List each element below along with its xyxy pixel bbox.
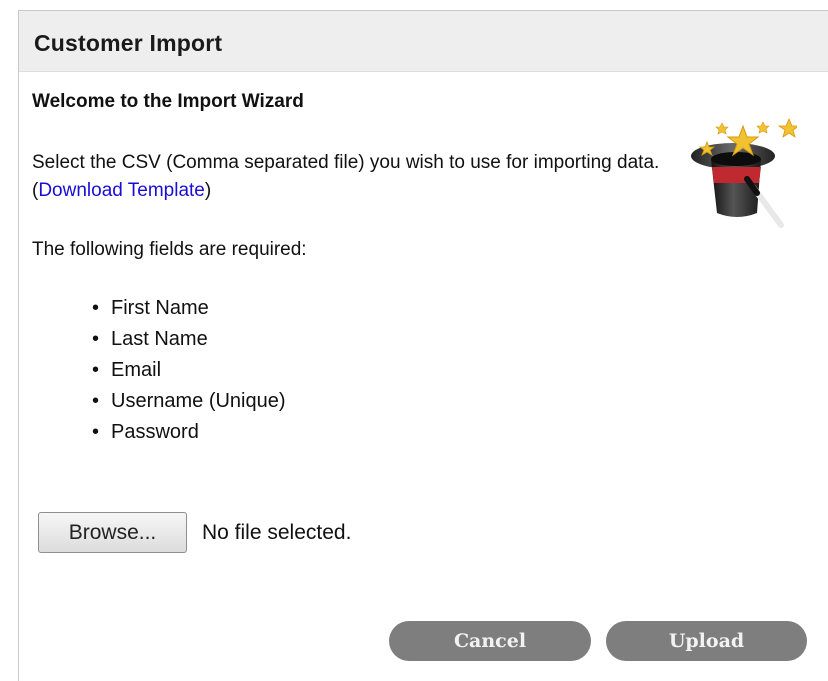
instructions-close-paren: ) — [204, 180, 212, 201]
list-item: • First Name — [92, 297, 209, 319]
dialog-titlebar: Customer Import — [19, 11, 828, 72]
magic-hat-wand-icon — [691, 117, 797, 228]
list-item: • Username (Unique) — [92, 390, 286, 412]
dialog-title: Customer Import — [34, 30, 223, 56]
list-item: • Last Name — [92, 328, 208, 350]
file-status-text: No file selected. — [202, 521, 352, 544]
list-item: • Password — [92, 421, 199, 443]
list-item: • Email — [92, 359, 162, 381]
cancel-button[interactable]: Cancel — [389, 621, 591, 661]
browse-button[interactable]: Browse... — [38, 512, 187, 553]
required-fields-label: The following fields are required: — [32, 239, 307, 260]
upload-button[interactable]: Upload — [606, 621, 807, 661]
wizard-instructions: Select the CSV (Comma separated file) yo… — [32, 149, 672, 205]
customer-import-dialog: Customer Import Welcome to the Import Wi… — [18, 10, 828, 681]
wizard-heading: Welcome to the Import Wizard — [32, 91, 304, 112]
required-fields-list: • First Name • Last Name • Email • Username … — [92, 293, 286, 448]
download-template-link[interactable]: Download Template — [38, 180, 205, 201]
